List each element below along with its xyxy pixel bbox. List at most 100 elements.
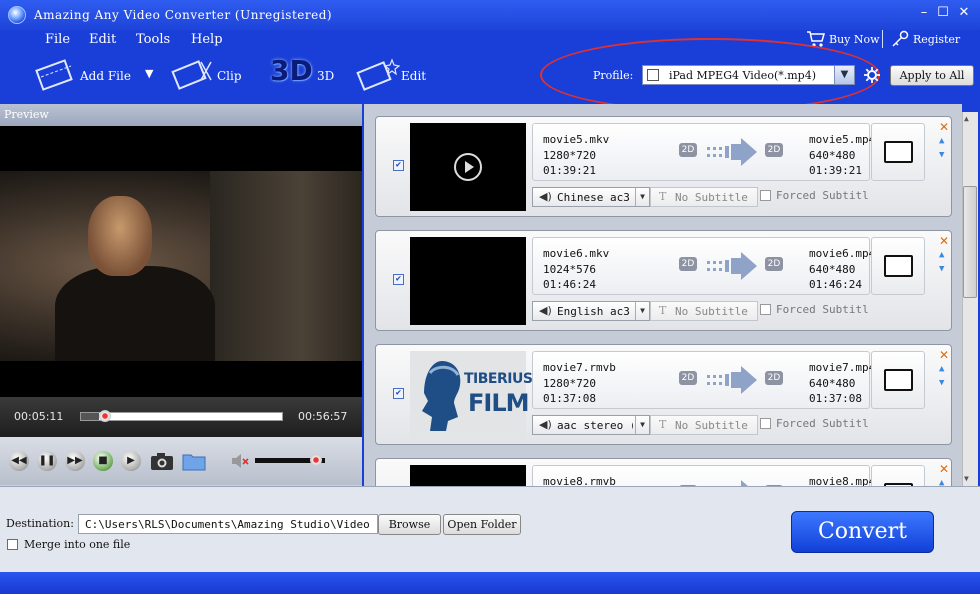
clip-button[interactable]: Clip — [217, 69, 242, 83]
menu-file[interactable]: File — [45, 32, 70, 47]
camera-icon[interactable] — [150, 451, 174, 471]
play-icon[interactable] — [454, 153, 482, 181]
menu-edit[interactable]: Edit — [89, 32, 116, 47]
profile-value: iPad MPEG4 Video(*.mp4) — [669, 69, 816, 82]
seek-progress — [81, 413, 99, 420]
forced-subtitle-option[interactable]: Forced Subtitle — [760, 303, 868, 316]
audio-track-select[interactable]: ◀) English ac3 ▼ — [532, 301, 650, 321]
card-actions: ✕ ▲ ▼ — [939, 349, 951, 389]
menu-tools[interactable]: Tools — [136, 32, 170, 47]
file-thumbnail[interactable] — [410, 123, 526, 211]
browse-button[interactable]: Browse — [378, 514, 441, 535]
file-thumbnail[interactable] — [410, 237, 526, 325]
scrollbar-thumb[interactable] — [963, 186, 977, 298]
file-thumbnail[interactable]: TIBERIUS FILM — [410, 351, 533, 439]
add-file-button[interactable]: Add File — [80, 69, 131, 83]
tablet-icon — [884, 369, 913, 391]
file-checkbox[interactable]: ✔ — [393, 160, 404, 171]
source-name: movie5.mkv — [543, 133, 610, 146]
mute-icon[interactable] — [230, 451, 250, 471]
merge-checkbox[interactable] — [7, 539, 18, 550]
edit-button[interactable]: Edit — [401, 69, 426, 83]
seek-handle[interactable] — [99, 410, 111, 422]
card-actions: ✕ ▲ ▼ — [939, 121, 951, 161]
output-duration: 01:37:08 — [809, 392, 862, 405]
chevron-down-icon[interactable]: ▼ — [834, 66, 854, 84]
add-file-icon[interactable] — [33, 57, 79, 93]
output-device-button[interactable] — [871, 465, 925, 486]
file-card[interactable]: ✔ movie5.mkv 1280*720 01:39:21 2D 2D movie5.mp… — [375, 116, 952, 217]
remove-icon[interactable]: ✕ — [939, 235, 951, 247]
stop-icon[interactable]: ■ — [93, 451, 113, 471]
subtitle-select[interactable]: T No Subtitle — [650, 301, 758, 321]
move-up-icon[interactable]: ▲ — [939, 249, 951, 261]
rewind-icon[interactable]: ◀◀ — [9, 451, 29, 471]
forced-subtitle-option[interactable]: Forced Subtitle — [760, 189, 868, 202]
move-up-icon[interactable]: ▲ — [939, 363, 951, 375]
forced-subtitle-checkbox[interactable] — [760, 304, 771, 315]
file-thumbnail[interactable] — [410, 465, 526, 486]
forced-subtitle-checkbox[interactable] — [760, 418, 771, 429]
scrollbar[interactable] — [962, 112, 978, 486]
3d-icon[interactable]: 3D — [270, 54, 314, 94]
video-frame-image — [0, 171, 362, 361]
add-file-dropdown-icon[interactable]: ▼ — [145, 67, 153, 80]
close-button[interactable]: ✕ — [955, 6, 973, 22]
move-down-icon[interactable]: ▼ — [939, 263, 951, 275]
divider — [882, 30, 883, 48]
file-list: ✔ movie5.mkv 1280*720 01:39:21 2D 2D movie5.mp… — [364, 104, 962, 486]
audio-track-select[interactable]: ◀) aac stereo (▼ — [532, 415, 650, 435]
forced-subtitle-option[interactable]: Forced Subtitle — [760, 417, 868, 430]
tablet-icon — [884, 141, 913, 163]
output-device-button[interactable] — [871, 351, 925, 409]
clip-icon[interactable] — [171, 56, 215, 92]
fast-forward-icon[interactable]: ▶▶ — [65, 451, 85, 471]
remove-icon[interactable]: ✕ — [939, 463, 951, 475]
minimize-button[interactable]: – — [915, 6, 933, 22]
volume-handle[interactable] — [310, 454, 322, 466]
next-frame-icon[interactable]: ▶ — [121, 451, 141, 471]
remove-icon[interactable]: ✕ — [939, 121, 951, 133]
chevron-down-icon[interactable]: ▼ — [635, 188, 649, 206]
move-up-icon[interactable]: ▲ — [939, 477, 951, 486]
forced-subtitle-label: Forced Subtitle — [776, 417, 868, 430]
forced-subtitle-checkbox[interactable] — [760, 190, 771, 201]
buy-now-link[interactable]: Buy Now — [829, 33, 880, 46]
3d-button[interactable]: 3D — [317, 69, 334, 83]
apply-to-all-button[interactable]: Apply to All — [890, 65, 974, 86]
edit-icon[interactable] — [356, 56, 401, 92]
open-folder-button[interactable]: Open Folder — [443, 514, 521, 535]
file-card[interactable]: ✔ TIBERIUS FILM movie7.rmvb 1280*720 01:37:08… — [375, 344, 952, 445]
file-card[interactable]: ✔movie8.rmvb2D2Dmovie8.mp4◀)▼T✕▲▼ — [375, 458, 952, 486]
convert-arrow-icon — [707, 252, 757, 280]
chevron-down-icon[interactable]: ▼ — [635, 302, 649, 320]
profile-select[interactable]: iPad MPEG4 Video(*.mp4) ▼ — [642, 65, 855, 85]
tiberius-film-logo: TIBERIUS FILM — [410, 351, 533, 439]
gear-icon[interactable] — [863, 66, 881, 84]
audio-track-select[interactable]: ◀) Chinese ac3 ▼ — [532, 187, 650, 207]
convert-button[interactable]: Convert — [791, 511, 934, 553]
chevron-down-icon[interactable]: ▼ — [635, 416, 649, 434]
subtitle-select[interactable]: T No Subtitle — [650, 187, 758, 207]
scroll-up-icon[interactable]: ▲ — [964, 114, 969, 123]
subtitle-select[interactable]: T No Subtitle — [650, 415, 758, 435]
menu-help[interactable]: Help — [191, 32, 223, 47]
move-up-icon[interactable]: ▲ — [939, 135, 951, 147]
move-down-icon[interactable]: ▼ — [939, 377, 951, 389]
destination-input[interactable]: C:\Users\RLS\Documents\Amazing Studio\Vi… — [78, 514, 378, 534]
register-link[interactable]: Register — [913, 33, 960, 46]
file-card[interactable]: ✔ movie6.mkv 1024*576 01:46:24 2D 2D movie6.mp… — [375, 230, 952, 331]
folder-icon[interactable] — [182, 451, 206, 471]
file-checkbox[interactable]: ✔ — [393, 274, 404, 285]
output-resolution: 640*480 — [809, 263, 856, 276]
output-device-button[interactable] — [871, 237, 925, 295]
file-checkbox[interactable]: ✔ — [393, 388, 404, 399]
scroll-down-icon[interactable]: ▼ — [964, 474, 969, 483]
key-icon[interactable] — [890, 30, 910, 48]
pause-icon[interactable]: ❚❚ — [37, 451, 57, 471]
maximize-button[interactable]: ☐ — [934, 6, 952, 22]
remove-icon[interactable]: ✕ — [939, 349, 951, 361]
video-preview[interactable] — [0, 126, 362, 397]
move-down-icon[interactable]: ▼ — [939, 149, 951, 161]
output-device-button[interactable] — [871, 123, 925, 181]
